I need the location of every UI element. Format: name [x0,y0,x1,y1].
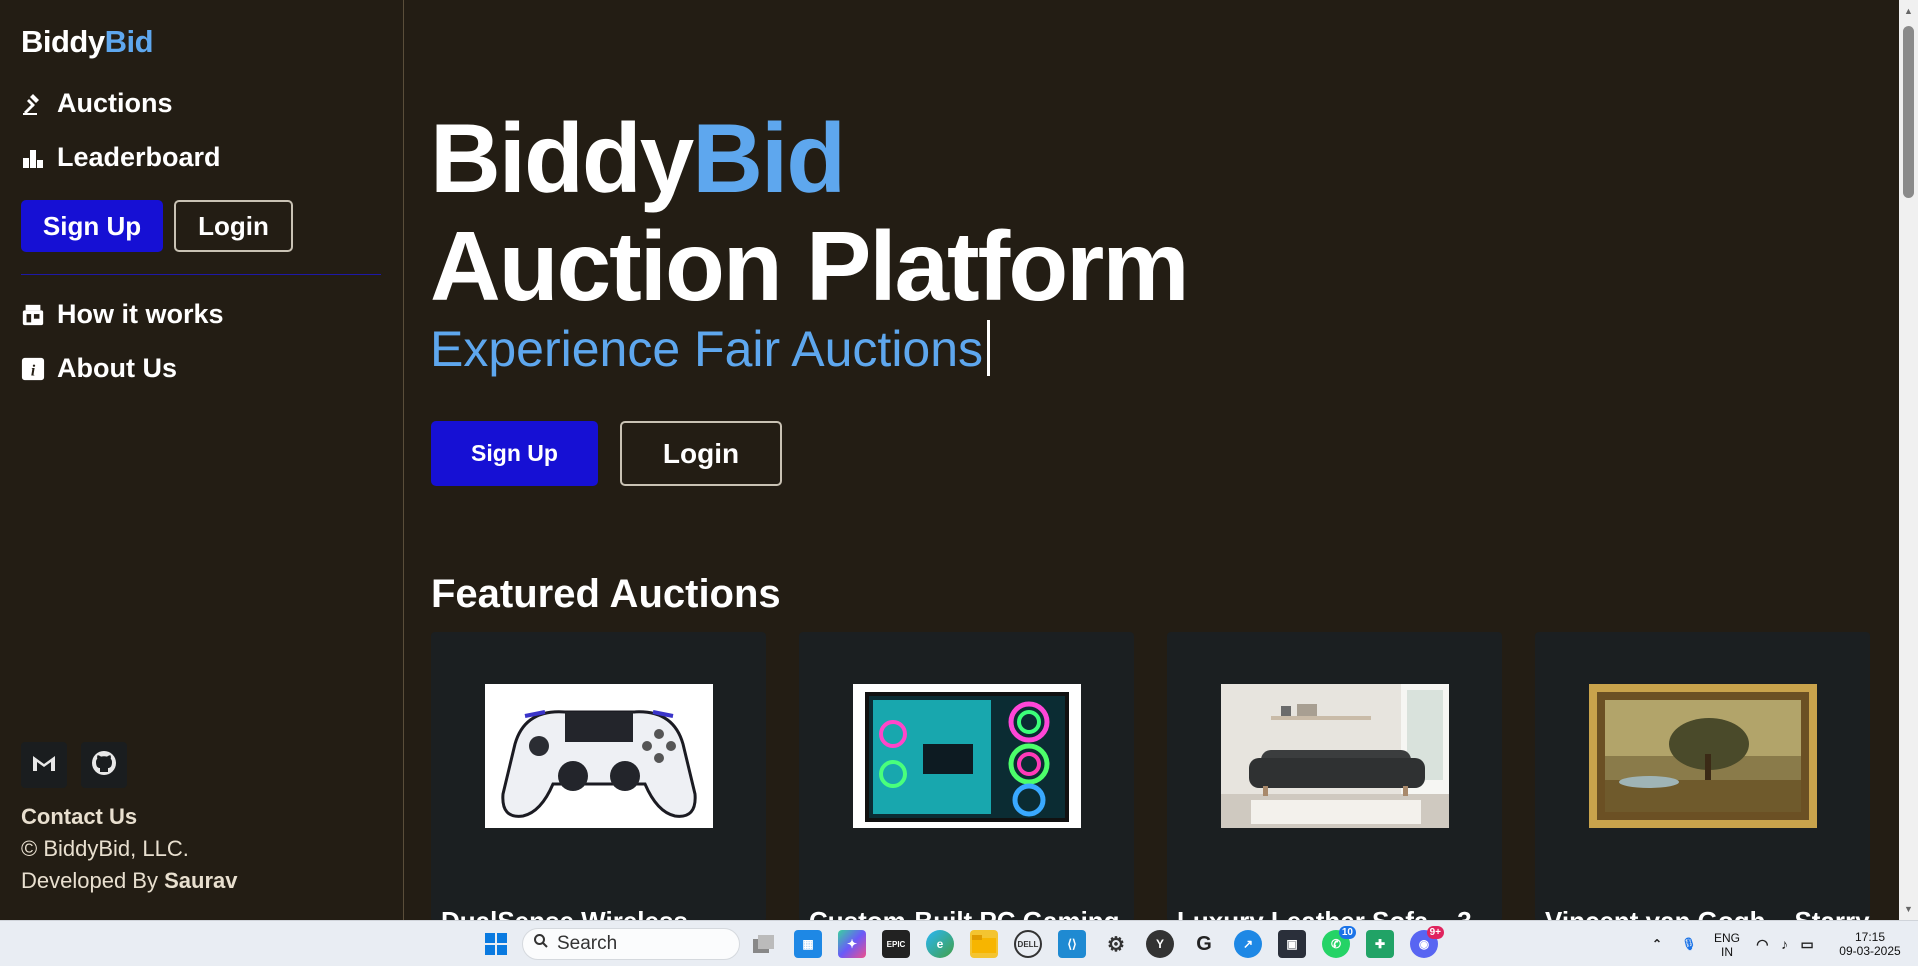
nav-item-leaderboard[interactable]: Leaderboard [21,142,221,173]
nav-item-auctions[interactable]: Auctions [21,88,173,119]
hero-login-button[interactable]: Login [620,421,782,486]
search-placeholder: Search [557,933,618,954]
bar-chart-icon [21,146,45,170]
whatsapp-icon[interactable]: ✆ 10 [1322,926,1356,958]
discord-badge: 9+ [1426,926,1444,939]
scrollbar-thumb[interactable] [1903,26,1914,198]
whatsapp-badge: 10 [1338,926,1356,939]
sidebar-signup-button[interactable]: Sign Up [21,200,163,252]
wifi-icon: ◠ [1756,935,1769,952]
sidebar: BiddyBid Auctions Leaderboard Sign Up Lo… [0,0,404,920]
steelseries-icon[interactable]: ⚙ [1102,930,1130,958]
language-code: ENG [1713,931,1740,945]
info-icon: i [21,357,45,381]
copyright-text: © BiddyBid, LLC. [21,836,189,861]
region-code: IN [1721,945,1733,959]
auction-card[interactable]: Custom-Built PC Gaming ... [799,632,1134,922]
sidebar-login-button[interactable]: Login [174,200,293,252]
clock-date: 09-03-2025 [1839,944,1901,958]
github-link[interactable] [81,742,127,788]
auction-card[interactable]: DualSense Wireless ... [431,632,766,922]
nav-label: Leaderboard [57,142,221,172]
nav-label: About Us [57,353,177,383]
sidebar-logo[interactable]: BiddyBid [21,24,154,60]
nav-item-about-us[interactable]: i About Us [21,353,177,384]
discord-icon[interactable]: ◉ 9+ [1410,926,1444,958]
photo-app-icon[interactable]: ▣ [1278,930,1306,958]
dell-icon[interactable]: DELL [1014,930,1042,958]
developed-by-label: Developed By [21,868,158,893]
gavel-icon [21,92,45,116]
shop-icon [21,303,45,327]
copilot-icon[interactable]: ✦ [838,930,866,958]
auction-image-painting [1589,684,1817,828]
search-icon [533,933,549,955]
nav-item-how-it-works[interactable]: How it works [21,299,224,330]
microsoft-store-icon[interactable]: ▦ [794,930,822,958]
windows-taskbar: Search ▦ ✦ EPIC e DELL ⟨⟩ ⚙ Y G ↗ ▣ ✆ 10 … [0,920,1918,966]
volume-icon: ♪ [1780,936,1788,952]
auction-card[interactable]: Luxury Leather Sofa – 3 ... [1167,632,1502,922]
hero-signup-button[interactable]: Sign Up [431,421,598,486]
featured-auctions-title: Featured Auctions [431,572,781,616]
sheets-icon[interactable]: ✚ [1366,930,1394,958]
auction-image-sofa [1221,684,1449,828]
scroll-down-arrow-icon[interactable]: ▼ [1903,904,1914,914]
chevron-up-icon[interactable]: ⌃ [1643,930,1671,958]
taskbar-search-box[interactable]: Search [522,928,740,960]
hero-title: BiddyBid Auction Platform [430,103,1189,321]
gmail-icon [31,753,57,778]
sidebar-divider [21,274,381,275]
hero-title-part2: Bid [692,103,846,213]
system-tray-status[interactable]: ◠ ♪ ▭ [1750,930,1820,958]
gmail-link[interactable] [21,742,67,788]
game-launcher-icon[interactable]: Y [1146,930,1174,958]
microphone-icon[interactable]: 🎙 [1675,930,1703,958]
task-view-icon[interactable] [750,930,778,958]
typing-cursor [987,320,991,376]
auction-image-controller [485,684,713,828]
hero-subtitle: Experience Fair Auctions [430,320,991,378]
logo-part1: Biddy [21,24,105,59]
nav-label: Auctions [57,88,173,118]
svg-text:i: i [31,362,36,379]
file-explorer-icon[interactable] [970,930,998,958]
battery-icon: ▭ [1800,935,1814,952]
g-hub-icon[interactable]: G [1190,930,1218,958]
logo-part2: Bid [104,24,154,59]
auction-card[interactable]: Vincent van Gogh – Starry ... [1535,632,1870,922]
edge-browser-icon[interactable]: e [926,930,954,958]
developer-credit: Developed By Saurav [21,868,238,894]
vscode-icon[interactable]: ⟨⟩ [1058,930,1086,958]
epic-games-icon[interactable]: EPIC [882,930,910,958]
hero-subtitle-text: Experience Fair Auctions [430,321,984,377]
windows-start-icon[interactable] [482,930,510,958]
nav-label: How it works [57,299,224,329]
hero-title-line2: Auction Platform [430,211,1189,321]
clock-time: 17:15 [1854,930,1886,944]
network-app-icon[interactable]: ↗ [1234,930,1262,958]
developer-name[interactable]: Saurav [164,868,237,893]
auction-image-gaming-pc [853,684,1081,828]
hero-title-part1: Biddy [430,103,694,213]
github-icon [91,750,117,781]
scroll-up-arrow-icon[interactable]: ▲ [1903,6,1914,16]
clock[interactable]: 17:15 09-03-2025 [1830,930,1910,958]
contact-us-link[interactable]: Contact Us [21,804,137,830]
language-indicator[interactable]: ENG IN [1712,931,1742,959]
